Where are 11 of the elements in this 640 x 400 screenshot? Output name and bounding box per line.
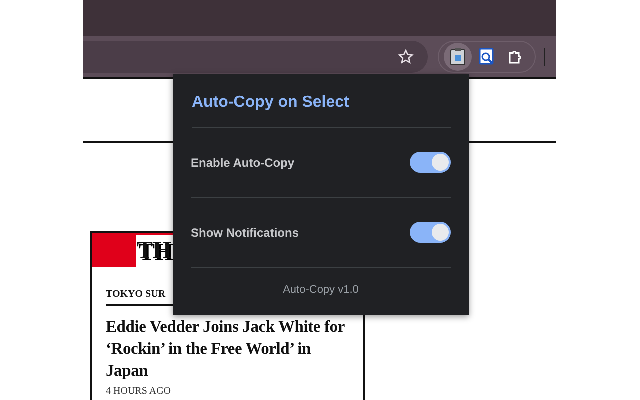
clipboard-extension-icon[interactable] [444,42,472,70]
toggle-switch[interactable] [410,152,451,173]
magazine-logo: TH [136,235,173,267]
star-icon[interactable] [398,48,414,64]
article-time: 4 HOURS AGO [106,386,172,397]
setting-label: Enable Auto-Copy [191,156,295,170]
article-headline[interactable]: Eddie Vedder Joins Jack White for ‘Rockin’ in the Free World’ in Japan [106,316,349,382]
popup-title: Auto-Copy on Select [192,94,451,128]
toggle-switch[interactable] [410,222,451,243]
version-text: Auto-Copy v1.0 [282,284,360,296]
setting-label: Show Notifications [191,226,299,240]
